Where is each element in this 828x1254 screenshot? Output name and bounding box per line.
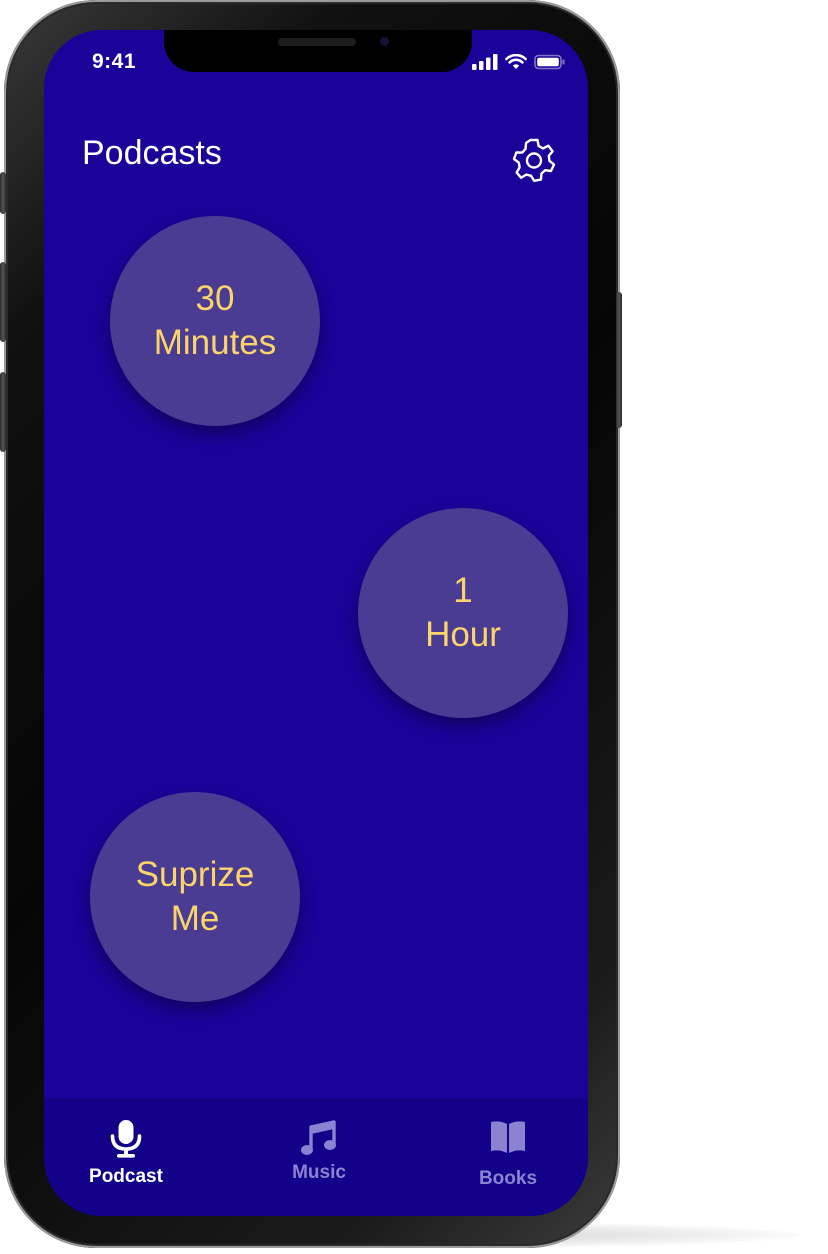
tab-books-label: Books: [478, 1168, 538, 1189]
status-icons: [472, 54, 566, 70]
front-camera: [380, 37, 389, 46]
volume-down-button: [0, 372, 6, 452]
option-30-minutes-button[interactable]: 30 Minutes: [110, 216, 320, 426]
music-note-icon: [301, 1120, 336, 1155]
phone-frame: 9:41 Podcasts 30 Minutes 1 Hour Suprize …: [0, 0, 622, 1248]
option-30-minutes-line2: Minutes: [153, 323, 277, 362]
book-icon: [491, 1121, 525, 1153]
microphone-icon: [110, 1120, 142, 1158]
wifi-icon: [505, 54, 527, 69]
page-title: Podcasts: [82, 134, 222, 172]
power-button: [616, 292, 622, 428]
settings-button[interactable]: [510, 136, 558, 184]
bottom-tab-bar: Podcast Music Books: [44, 1098, 588, 1216]
gear-icon: [512, 138, 556, 182]
option-surprise-me-button[interactable]: Suprize Me: [90, 792, 300, 1002]
app-screen: 9:41 Podcasts 30 Minutes 1 Hour Suprize …: [44, 30, 588, 1216]
option-surprise-me-line1: Suprize: [135, 855, 255, 894]
earpiece-speaker: [278, 38, 356, 46]
tab-music-label: Music: [292, 1162, 346, 1183]
option-surprise-me-line2: Me: [170, 899, 220, 938]
tab-books[interactable]: Books: [448, 1120, 568, 1190]
option-1-hour-button[interactable]: 1 Hour: [358, 508, 568, 718]
signal-icon: [472, 54, 498, 70]
option-1-hour-line1: 1: [453, 571, 473, 610]
option-1-hour-line2: Hour: [425, 615, 501, 654]
status-time: 9:41: [92, 50, 137, 73]
device-mockup: 9:41 Podcasts 30 Minutes 1 Hour Suprize …: [0, 0, 828, 1254]
tab-podcast-label: Podcast: [89, 1166, 163, 1187]
volume-up-button: [0, 262, 6, 342]
battery-icon: [534, 54, 565, 70]
option-30-minutes-line1: 30: [195, 279, 235, 318]
tab-podcast[interactable]: Podcast: [66, 1120, 186, 1188]
silent-switch: [0, 172, 6, 214]
notch: [164, 30, 472, 72]
tab-music[interactable]: Music: [259, 1120, 379, 1184]
